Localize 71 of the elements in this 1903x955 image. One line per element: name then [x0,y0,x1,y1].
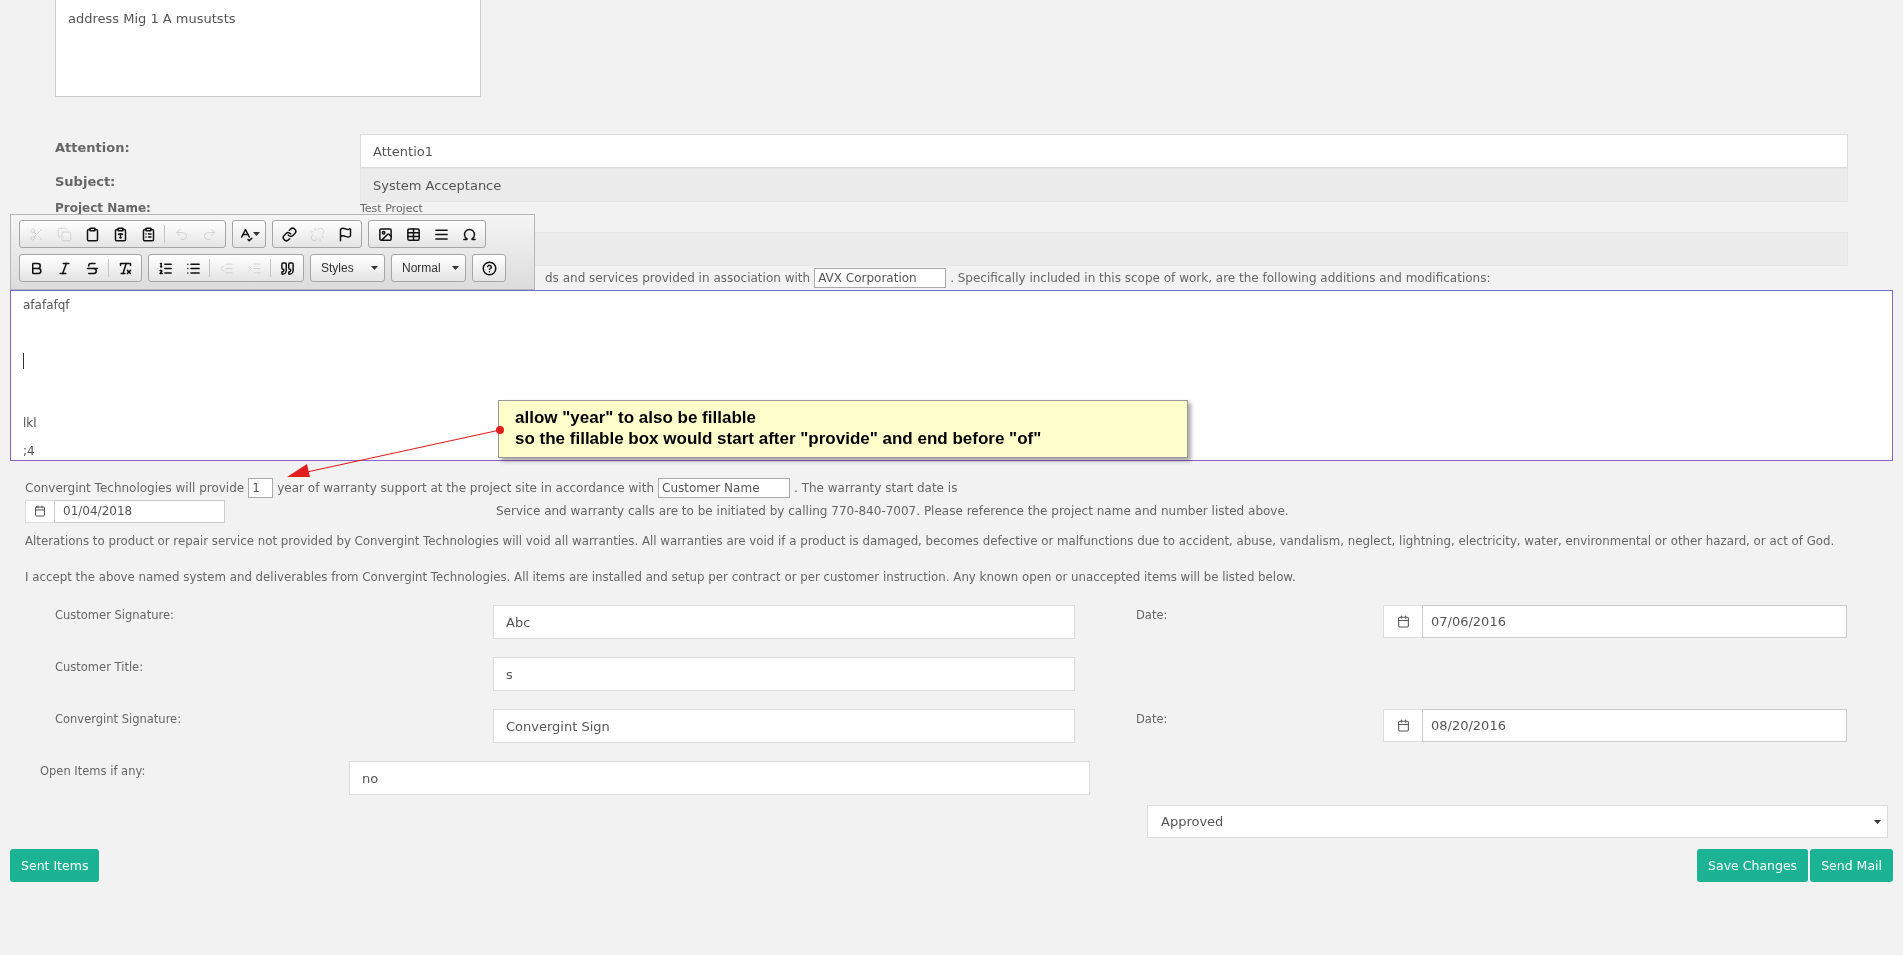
editor-text: afafafqf [23,298,70,312]
text-field[interactable]: no [349,761,1090,795]
text-field[interactable]: Abc [493,605,1075,639]
clipboard-list-icon [140,226,156,242]
date-label: Date: [1136,607,1169,624]
numbered-list-icon [157,260,173,276]
omega-icon [461,226,477,242]
image-icon [377,226,393,242]
format-dropdown[interactable]: Styles [310,254,385,282]
indent-icon [246,260,262,276]
outdent-icon [218,260,234,276]
text-field[interactable]: s [493,657,1075,691]
calendar-icon [34,505,46,517]
text-cursor [23,353,24,369]
field-label: Project Name: [55,202,152,215]
scissors-icon [28,226,44,242]
annotation-text: so the fillable box would start after "provide" and end before "of" [515,428,1043,449]
warranty-text: . The warranty start date is [794,481,958,495]
spellcheck-icon [238,226,253,242]
scope-text: ds and services provided in association with [545,271,811,285]
calendar-icon [1396,615,1410,628]
bulleted-list-icon [185,260,201,276]
unlink-icon [309,226,325,242]
clipboard-icon [84,226,100,242]
calendar-addon[interactable] [1383,709,1422,742]
project-name-value: Test Project [360,202,423,215]
status-select[interactable]: Approved [1147,805,1888,838]
editor-text: lkl [23,416,37,430]
calendar-addon[interactable] [1383,605,1422,638]
field-label: Customer Title: [55,659,145,676]
fill-in-field[interactable]: Customer Name [658,478,790,498]
annotation-text: allow "year" to also be fillable [515,407,757,428]
warranty-paragraph: Alterations to product or repair service not provided by Convergint Technologies will void all warranties. All warranties are void if a product is damaged, becomes defective or malfunctions due to accident, abuse, vandalism, neglect, lightning, electricity, water, environmental or other hazard, or act of God. [25,533,1836,550]
acceptance-paragraph: I accept the above named system and deliverables from Convergint Technologies. All items are installed and setup per contract or per customer instruction. Any known open or unaccepted items will be listed below. [25,569,1297,586]
clipboard-text-icon [112,226,128,242]
text-field[interactable]: Attentio1 [360,134,1848,168]
calendar-icon [1396,719,1410,732]
date-field[interactable]: 07/06/2016 [1422,605,1847,638]
date-field[interactable]: 08/20/2016 [1422,709,1847,742]
company-field[interactable]: AVX Corporation [814,268,947,288]
date-field[interactable]: 01/04/2018 [54,499,225,523]
copy-icon [56,226,72,242]
warranty-text: Convergint Technologies will provide [25,481,245,495]
quote-icon [279,260,295,276]
text-field[interactable]: Convergint Sign [493,709,1075,743]
field-label: Attention: [55,139,131,157]
help-icon [481,260,497,276]
italic-icon [56,260,72,276]
service-note: Service and warranty calls are to be initiated by calling 770-840-7007. Please reference the project name and number listed above. [496,504,1289,518]
field-label: Customer Signature: [55,607,175,624]
strikethrough-icon [84,260,100,276]
address-field[interactable]: address Mig 1 A musutsts [55,0,481,97]
caret-icon [1874,819,1881,824]
field-label: Open Items if any: [40,763,147,780]
format-dropdown[interactable]: Normal [391,254,466,282]
caret-icon [253,232,260,236]
warranty-text: year of warranty support at the project site in accordance with [277,481,654,495]
date-label: Date: [1136,711,1169,728]
fill-in-field[interactable]: 1 [248,478,274,498]
undo-icon [173,226,189,242]
calendar-addon[interactable] [25,499,54,523]
link-icon [281,226,297,242]
flag-icon [337,226,353,242]
table-icon [405,226,421,242]
remove-format-icon [117,260,133,276]
field-label: Subject: [55,173,117,191]
field-label: Convergint Signature: [55,711,183,728]
scope-text: . Specifically included in this scope of work, are the following additions and modifications: [950,271,1491,285]
lines-icon [433,226,449,242]
editor-text: ;4 [23,444,35,458]
redo-icon [201,226,217,242]
